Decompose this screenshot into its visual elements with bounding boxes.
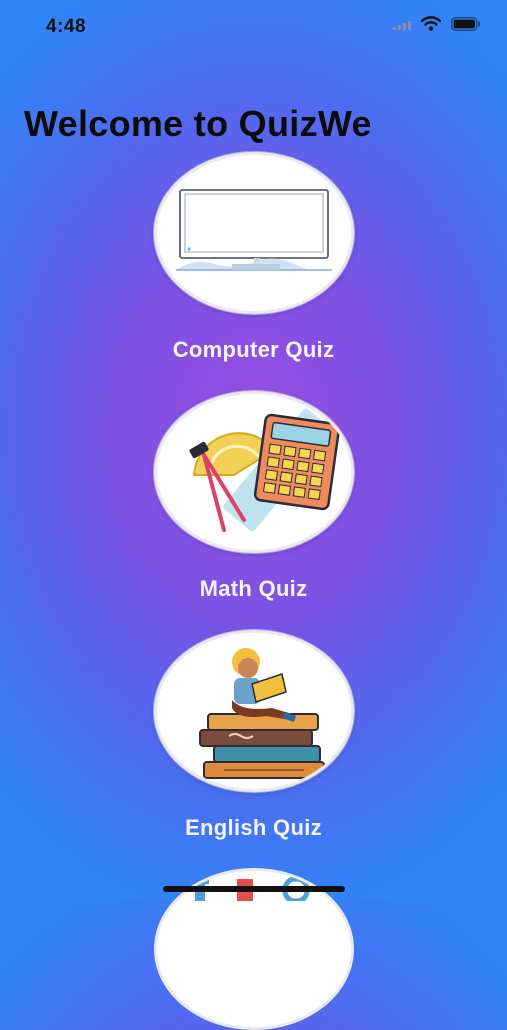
- quiz-image-computer: [154, 152, 354, 314]
- status-bar: 4:48: [0, 0, 507, 56]
- quiz-card-partial[interactable]: [154, 868, 354, 1030]
- quiz-image-english: [154, 630, 354, 792]
- wifi-icon: [420, 16, 442, 36]
- quiz-label-english: English Quiz: [185, 815, 322, 840]
- page-title: Welcome to QuizWe: [24, 103, 372, 144]
- computer-monitor-icon: [174, 186, 334, 281]
- home-indicator[interactable]: [163, 886, 345, 892]
- quiz-card-math[interactable]: Math Quiz: [0, 391, 507, 616]
- quiz-card-english[interactable]: English Quiz: [0, 630, 507, 855]
- quiz-label-math: Math Quiz: [199, 576, 308, 601]
- quiz-card-computer[interactable]: Computer Quiz: [0, 152, 507, 377]
- battery-icon: [451, 16, 481, 36]
- quiz-label-computer: Computer Quiz: [172, 337, 335, 362]
- math-tools-calculator-icon: [164, 395, 344, 550]
- status-time: 4:48: [46, 16, 87, 37]
- reading-books-icon: [174, 634, 334, 789]
- quiz-image-math: [154, 391, 354, 553]
- cellular-signal-icon: [393, 17, 411, 35]
- status-icons: [393, 16, 481, 36]
